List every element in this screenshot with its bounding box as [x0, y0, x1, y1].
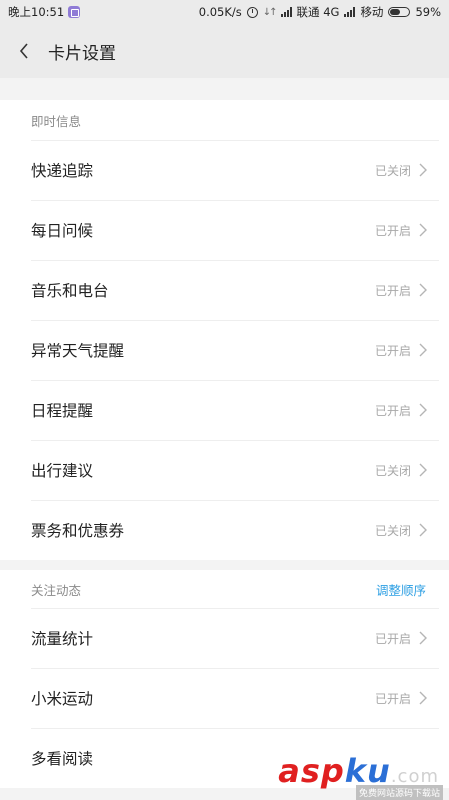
list-item-mi-fit[interactable]: 小米运动 已开启: [0, 668, 449, 728]
network-speed: 0.05K/s: [198, 5, 242, 19]
battery-icon: [388, 7, 411, 17]
signal-icon-2: [344, 7, 356, 17]
list-item-weather-alert[interactable]: 异常天气提醒 已开启: [0, 320, 449, 380]
chevron-right-icon: [419, 343, 429, 357]
chevron-right-icon: [419, 691, 429, 705]
item-status: 已关闭: [374, 163, 411, 178]
item-status: 已开启: [374, 631, 411, 646]
item-label: 流量统计: [31, 630, 94, 648]
page-title: 卡片设置: [48, 43, 116, 64]
alarm-icon: [246, 6, 258, 18]
watermark-logo: aspku.com 免费网站源码下载站: [269, 740, 449, 800]
chevron-right-icon: [419, 523, 429, 537]
item-label: 日程提醒: [31, 402, 94, 420]
watermark-suffix: .com: [390, 766, 439, 787]
item-status: 已开启: [374, 283, 411, 298]
chevron-right-icon: [419, 163, 429, 177]
status-time: 晚上10:51: [8, 5, 65, 19]
chevron-right-icon: [419, 403, 429, 417]
back-button[interactable]: [2, 24, 46, 78]
item-label: 快递追踪: [31, 162, 94, 180]
list-item-music-radio[interactable]: 音乐和电台 已开启: [0, 260, 449, 320]
item-label: 每日问候: [31, 222, 94, 240]
section-gap: [0, 560, 449, 570]
section-header-instant-info: 即时信息: [0, 100, 449, 140]
list-item-express-tracking[interactable]: 快递追踪 已关闭: [0, 140, 449, 200]
notification-app-icon: [68, 6, 81, 18]
item-status: 已开启: [374, 403, 411, 418]
signal-icon: [280, 7, 292, 17]
chevron-right-icon: [419, 631, 429, 645]
reorder-button[interactable]: 调整顺序: [376, 580, 426, 599]
item-status: 已关闭: [374, 463, 411, 478]
item-status: 已开启: [374, 691, 411, 706]
list-item-data-usage[interactable]: 流量统计 已开启: [0, 608, 449, 668]
section-header-follow-updates: 关注动态 调整顺序: [0, 570, 449, 608]
status-bar: 晚上10:51 0.05K/s ↓↑ 联通 4G 移动 59%: [0, 0, 449, 24]
item-label: 出行建议: [31, 462, 94, 480]
item-label: 票务和优惠券: [31, 522, 125, 540]
data-arrows-icon: ↓↑: [262, 6, 278, 18]
item-status: 已关闭: [374, 523, 411, 538]
section-title: 关注动态: [31, 582, 82, 598]
item-status: 已开启: [374, 223, 411, 238]
list-item-travel-advice[interactable]: 出行建议 已关闭: [0, 440, 449, 500]
item-label: 小米运动: [31, 690, 94, 708]
item-label: 异常天气提醒: [31, 342, 125, 360]
item-label: 多看阅读: [31, 750, 94, 768]
chevron-right-icon: [419, 463, 429, 477]
item-status: 已开启: [374, 343, 411, 358]
section-gap: [0, 78, 449, 100]
item-label: 音乐和电台: [31, 282, 109, 300]
carrier-unicom: 联通 4G: [296, 5, 340, 19]
chevron-right-icon: [419, 283, 429, 297]
watermark-brand-a: asp: [278, 752, 345, 790]
battery-percent: 59%: [415, 5, 441, 19]
back-arrow-icon: [19, 43, 28, 59]
list-item-schedule-reminder[interactable]: 日程提醒 已开启: [0, 380, 449, 440]
chevron-right-icon: [419, 223, 429, 237]
list-item-tickets-coupons[interactable]: 票务和优惠券 已关闭: [0, 500, 449, 560]
section-title: 即时信息: [31, 113, 82, 129]
title-bar: 卡片设置: [0, 24, 449, 78]
list-item-daily-greeting[interactable]: 每日问候 已开启: [0, 200, 449, 260]
watermark-subtitle: 免费网站源码下载站: [355, 785, 443, 800]
carrier-mobile: 移动: [360, 5, 384, 19]
